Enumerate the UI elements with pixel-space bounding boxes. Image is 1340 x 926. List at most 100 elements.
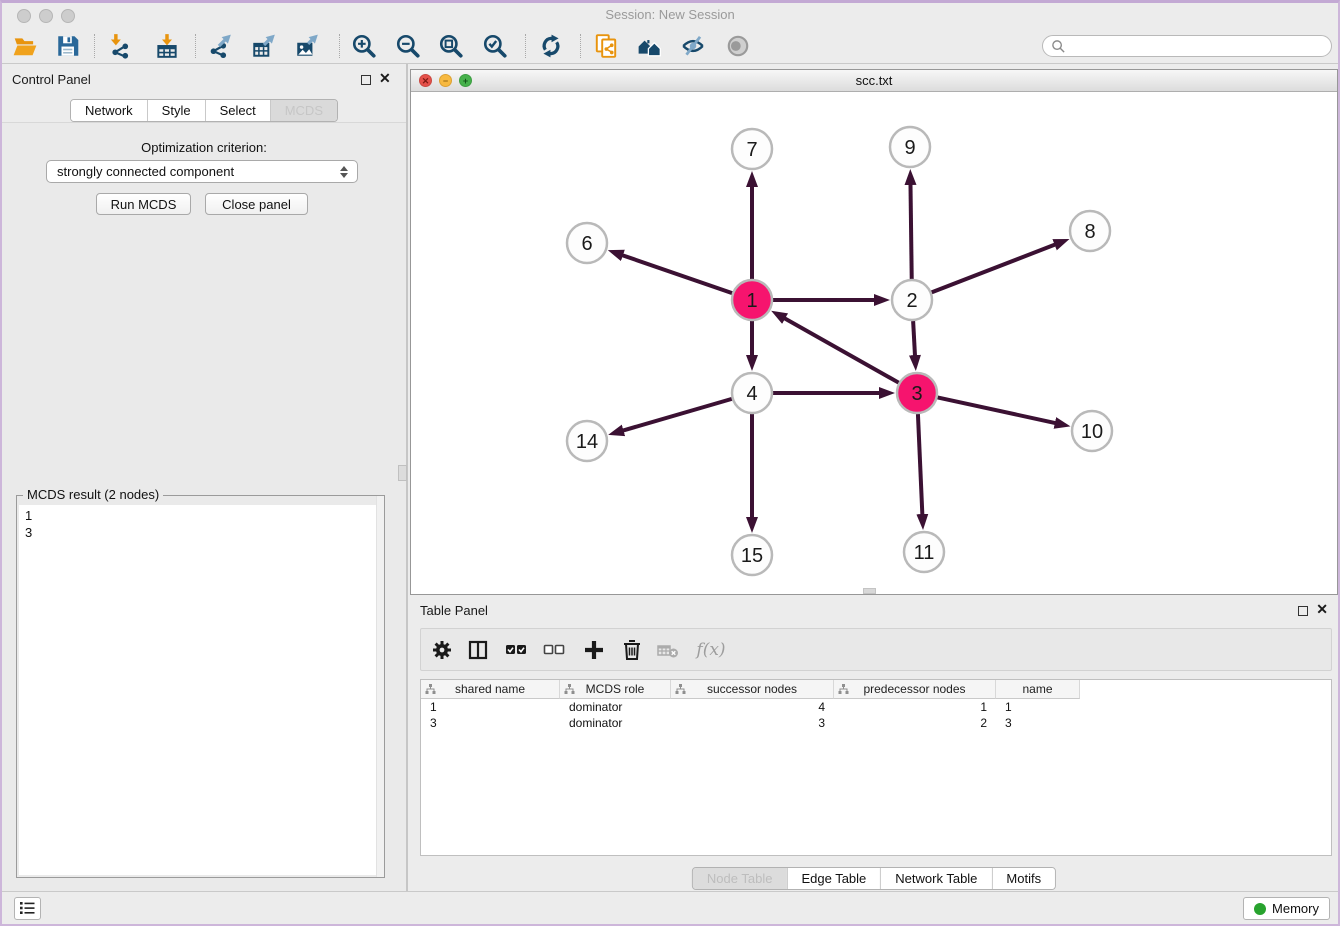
close-panel-button[interactable]: Close panel: [205, 193, 308, 215]
cell-mcds-role: dominator: [560, 715, 671, 731]
mcds-result-line: 1: [25, 507, 382, 524]
graph-node-label: 11: [914, 542, 935, 564]
table-row[interactable]: 1dominator411: [421, 699, 1331, 715]
table-tab-node-table[interactable]: Node Table: [693, 868, 787, 889]
horizontal-splitter-handle[interactable]: [863, 588, 876, 594]
table-tab-edge-table[interactable]: Edge Table: [786, 868, 880, 889]
column-header-mcds-role[interactable]: MCDS role: [560, 680, 671, 699]
mcds-result-line: 3: [25, 524, 382, 541]
graph-edge-2-8[interactable]: [932, 244, 1056, 292]
network-canvas[interactable]: 1234678910111415: [411, 92, 1337, 594]
tab-mcds[interactable]: MCDS: [270, 100, 337, 121]
export-image-icon: [294, 33, 320, 59]
clone-network-button[interactable]: [592, 32, 620, 60]
toolbar-separator: [94, 34, 95, 58]
zoom-in-icon: [351, 33, 377, 59]
table-settings-button[interactable]: [429, 637, 455, 663]
import-table-button[interactable]: [153, 32, 181, 60]
select-all-checkboxes-button[interactable]: [503, 637, 529, 663]
search-input[interactable]: [1070, 38, 1323, 54]
window-title: Session: New Session: [2, 7, 1338, 22]
optimization-criterion-select[interactable]: strongly connected component: [46, 160, 358, 183]
delete-column-button[interactable]: [619, 637, 645, 663]
graph-edge-1-6[interactable]: [622, 255, 732, 293]
network-window: ✕ − + scc.txt 1234678910111415: [410, 69, 1338, 595]
refresh-layout-button[interactable]: [537, 32, 565, 60]
fx-icon: f(x): [696, 640, 725, 660]
close-table-panel-icon[interactable]: ✕: [1316, 601, 1328, 617]
control-panel: Control Panel ✕ NetworkStyleSelectMCDS O…: [2, 64, 406, 896]
open-session-button[interactable]: [11, 32, 39, 60]
houses-icon: [637, 33, 663, 59]
cell-successor-nodes: 4: [671, 699, 834, 715]
deselect-all-checkboxes-button[interactable]: [541, 637, 567, 663]
zoom-out-button[interactable]: [394, 32, 422, 60]
clone-network-icon: [593, 33, 619, 59]
delete-table-button[interactable]: [655, 637, 681, 663]
show-all-icon: [725, 33, 751, 59]
graph-edge-3-11[interactable]: [918, 414, 922, 515]
mcds-result-textarea[interactable]: 13: [19, 505, 382, 875]
graph-edge-3-1[interactable]: [784, 318, 898, 383]
table-tab-motifs[interactable]: Motifs: [991, 868, 1055, 889]
column-header-successor-nodes[interactable]: successor nodes: [671, 680, 834, 699]
hide-selected-button[interactable]: [679, 32, 707, 60]
graph-edge-2-9[interactable]: [910, 184, 911, 279]
save-icon: [55, 33, 81, 59]
first-neighbors-button[interactable]: [636, 32, 664, 60]
zoom-in-button[interactable]: [350, 32, 378, 60]
export-network-button[interactable]: [206, 32, 234, 60]
tab-network[interactable]: Network: [71, 100, 147, 121]
import-network-button[interactable]: [105, 32, 133, 60]
close-panel-icon[interactable]: ✕: [379, 70, 391, 86]
show-all-button[interactable]: [724, 32, 752, 60]
column-header-predecessor-nodes[interactable]: predecessor nodes: [834, 680, 996, 699]
function-builder-button[interactable]: f(x): [691, 637, 731, 663]
export-table-button[interactable]: [250, 32, 278, 60]
tab-style[interactable]: Style: [147, 100, 205, 121]
table-row[interactable]: 3dominator323: [421, 715, 1331, 731]
graph-edge-2-3[interactable]: [913, 321, 915, 356]
status-bar: Memory: [2, 891, 1338, 924]
node-table[interactable]: shared name MCDS rolesuccessor nodesprede…: [420, 679, 1332, 856]
graph-edge-4-14[interactable]: [623, 399, 732, 431]
cell-shared-name: 3: [421, 715, 560, 731]
list-icon: [19, 900, 36, 916]
table-panel: Table Panel ✕: [410, 598, 1338, 893]
column-header-shared-name[interactable]: shared name: [421, 680, 560, 699]
column-layout-button[interactable]: [465, 637, 491, 663]
edge-label-mark: [830, 391, 840, 395]
memory-button[interactable]: Memory: [1243, 897, 1330, 920]
toolbar-separator: [580, 34, 581, 58]
graph-node-label: 3: [911, 383, 922, 405]
column-header-label: shared name: [455, 682, 525, 696]
column-header-name[interactable]: name: [996, 680, 1080, 699]
import-table-icon: [154, 33, 180, 59]
save-session-button[interactable]: [54, 32, 82, 60]
graph-node-label: 15: [741, 545, 763, 567]
graph-node-label: 9: [904, 137, 915, 159]
add-column-button[interactable]: [581, 637, 607, 663]
zoom-selected-button[interactable]: [481, 32, 509, 60]
export-image-button[interactable]: [293, 32, 321, 60]
graph-edge-3-10[interactable]: [938, 397, 1056, 423]
panel-divider-handle[interactable]: [398, 465, 407, 481]
float-panel-icon[interactable]: [361, 75, 371, 85]
import-network-icon: [106, 33, 132, 59]
cell-name: 3: [996, 715, 1080, 731]
memory-label: Memory: [1272, 901, 1319, 916]
selected-criterion-value: strongly connected component: [57, 164, 234, 179]
zoom-fit-button[interactable]: [437, 32, 465, 60]
table-tab-network-table[interactable]: Network Table: [880, 868, 991, 889]
run-mcds-button[interactable]: Run MCDS: [96, 193, 191, 215]
tab-select[interactable]: Select: [205, 100, 270, 121]
graph-node-label: 7: [746, 139, 757, 161]
export-table-icon: [251, 33, 277, 59]
task-history-button[interactable]: [14, 897, 41, 920]
network-title: scc.txt: [411, 73, 1337, 88]
cell-shared-name: 1: [421, 699, 560, 715]
result-scrollbar[interactable]: [376, 496, 384, 877]
optimization-criterion-label: Optimization criterion:: [2, 140, 406, 155]
columns-icon: [466, 638, 490, 662]
float-table-panel-icon[interactable]: [1298, 606, 1308, 616]
